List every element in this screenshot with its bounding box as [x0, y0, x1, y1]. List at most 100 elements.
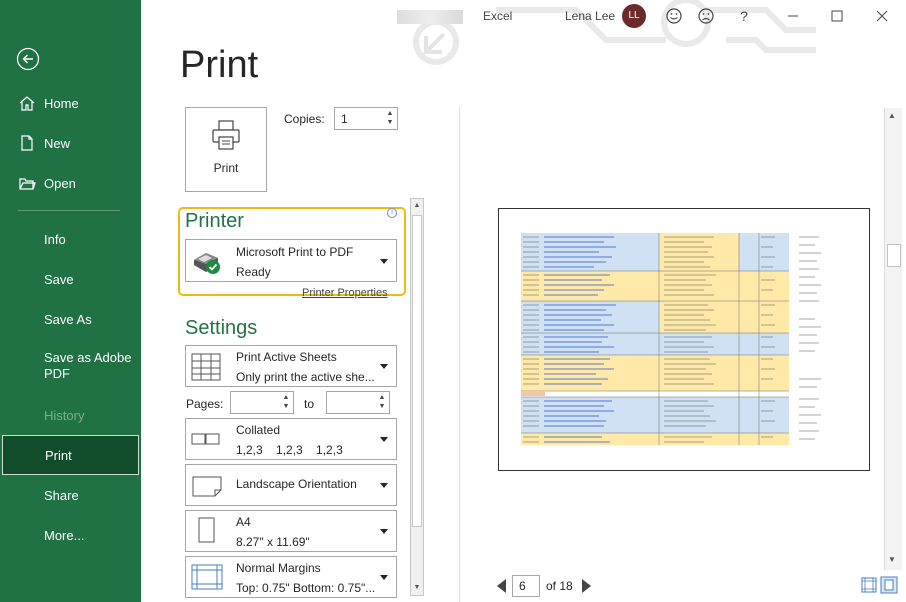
setting-subtitle: Top: 0.75" Bottom: 0.75"... [236, 581, 376, 595]
back-arrow-icon[interactable] [16, 47, 40, 71]
paper-size-icon [198, 517, 215, 543]
maximize-icon[interactable] [828, 7, 846, 25]
paper-size-dropdown[interactable]: A4 8.27" x 11.69" [185, 510, 397, 552]
sidebar-item-info[interactable]: Info [0, 219, 141, 259]
printer-icon [212, 120, 240, 150]
sidebar-item-label: Print [45, 447, 72, 463]
printer-properties-link[interactable]: Printer Properties [302, 287, 388, 299]
app-name: Excel [483, 9, 513, 23]
collation-dropdown[interactable]: Collated 1,2,3 1,2,3 1,2,3 [185, 418, 397, 460]
sidebar-divider [18, 210, 120, 211]
margins-icon [191, 564, 223, 590]
copies-label: Copies: [284, 112, 325, 126]
spin-down-icon[interactable]: ▼ [377, 403, 387, 413]
printer-status: Ready [236, 265, 271, 279]
info-icon[interactable]: i [387, 208, 397, 218]
chevron-down-icon [380, 259, 388, 264]
pages-to-input[interactable]: ▲ ▼ [326, 391, 390, 414]
smiley-icon[interactable] [665, 7, 683, 25]
close-icon[interactable] [873, 7, 891, 25]
scroll-down-icon[interactable]: ▼ [888, 555, 896, 564]
blurred-filename [397, 10, 463, 24]
printer-ready-icon [194, 253, 220, 274]
setting-subtitle: 8.27" x 11.69" [236, 535, 310, 549]
chevron-down-icon [380, 483, 388, 488]
sidebar-item-label: New [44, 135, 71, 151]
zoom-to-page-icon[interactable] [880, 576, 898, 594]
scrollbar-thumb[interactable] [412, 215, 422, 527]
sidebar-item-label: More... [44, 527, 85, 543]
setting-title: Print Active Sheets [236, 350, 337, 364]
sidebar-item-label: Share [44, 487, 79, 503]
page-count: of 18 [546, 579, 573, 593]
copies-value: 1 [341, 112, 348, 126]
chevron-down-icon [380, 529, 388, 534]
new-document-icon [21, 135, 33, 151]
sidebar-item-share[interactable]: Share [0, 475, 141, 515]
chevron-down-icon [380, 437, 388, 442]
print-what-dropdown[interactable]: Print Active Sheets Only print the activ… [185, 345, 397, 387]
scroll-up-icon[interactable]: ▲ [411, 199, 423, 213]
avatar[interactable]: LL [622, 4, 646, 28]
previous-page-icon[interactable] [497, 579, 506, 593]
sidebar-item-label: History [44, 407, 85, 423]
frown-icon[interactable] [697, 7, 715, 25]
page-title: Print [180, 44, 259, 86]
setting-title: Normal Margins [236, 561, 321, 575]
sidebar-item-home[interactable]: Home [0, 83, 141, 123]
setting-title: A4 [236, 515, 251, 529]
title-bar: Excel Lena Lee LL ? [141, 0, 906, 32]
sidebar-item-save-as-adobe-pdf[interactable]: Save as Adobe PDF [44, 350, 134, 382]
setting-title: Landscape Orientation [236, 477, 357, 491]
scroll-down-icon[interactable]: ▼ [411, 581, 423, 595]
sidebar-item-save-as[interactable]: Save As [0, 299, 141, 339]
collated-icon [191, 433, 220, 445]
user-name[interactable]: Lena Lee [565, 9, 615, 23]
printer-heading: Printer [185, 210, 244, 232]
current-page-input[interactable]: 6 [512, 575, 540, 597]
help-icon[interactable]: ? [735, 7, 753, 25]
sidebar-item-history: History [0, 395, 141, 435]
next-page-icon[interactable] [582, 579, 591, 593]
excel-backstage-print: Home New Open Info Save Save As Save as … [0, 0, 906, 602]
spin-down-icon[interactable]: ▼ [385, 119, 395, 129]
scrollbar-thumb[interactable] [887, 244, 901, 267]
chevron-down-icon [380, 575, 388, 580]
printer-dropdown[interactable]: Microsoft Print to PDF Ready [185, 239, 397, 282]
pages-from-input[interactable]: ▲ ▼ [230, 391, 294, 414]
spreadsheet-thumbnail [521, 233, 821, 445]
spin-down-icon[interactable]: ▼ [281, 403, 291, 413]
home-icon [19, 96, 35, 111]
setting-subtitle: 1,2,3 1,2,3 1,2,3 [236, 443, 343, 457]
setting-subtitle: Only print the active she... [236, 370, 375, 384]
print-button[interactable]: Print [185, 107, 267, 192]
scroll-up-icon[interactable]: ▲ [888, 111, 896, 120]
folder-icon [19, 178, 36, 190]
setting-title: Collated [236, 423, 281, 437]
copies-stepper[interactable]: 1 ▲ ▼ [334, 107, 398, 130]
print-button-label: Print [213, 161, 239, 175]
sidebar-item-label: Save [44, 271, 74, 287]
sidebar-item-save[interactable]: Save [0, 259, 141, 299]
preview-scrollbar[interactable]: ▲ ▼ [884, 108, 902, 570]
sidebar-item-more[interactable]: More... [0, 515, 141, 555]
chevron-down-icon [380, 364, 388, 369]
printer-name: Microsoft Print to PDF [236, 245, 354, 259]
sidebar-item-label: Open [44, 175, 76, 191]
margins-dropdown[interactable]: Normal Margins Top: 0.75" Bottom: 0.75".… [185, 556, 397, 598]
backstage-sidebar: Home New Open Info Save Save As Save as … [0, 0, 141, 602]
landscape-icon [192, 476, 222, 497]
to-label: to [304, 397, 315, 411]
settings-scrollbar[interactable]: ▲ ▼ [410, 198, 424, 596]
sidebar-item-print[interactable]: Print [2, 435, 139, 475]
sidebar-item-label: Info [44, 231, 66, 247]
pages-label: Pages: [186, 397, 224, 411]
show-margins-icon[interactable] [860, 576, 878, 594]
sidebar-item-open[interactable]: Open [0, 163, 141, 203]
orientation-dropdown[interactable]: Landscape Orientation [185, 464, 397, 506]
sidebar-item-label: Save As [44, 311, 92, 327]
minimize-icon[interactable] [784, 7, 802, 25]
panel-divider [459, 106, 460, 602]
sidebar-item-new[interactable]: New [0, 123, 141, 163]
print-preview-page [498, 208, 870, 471]
